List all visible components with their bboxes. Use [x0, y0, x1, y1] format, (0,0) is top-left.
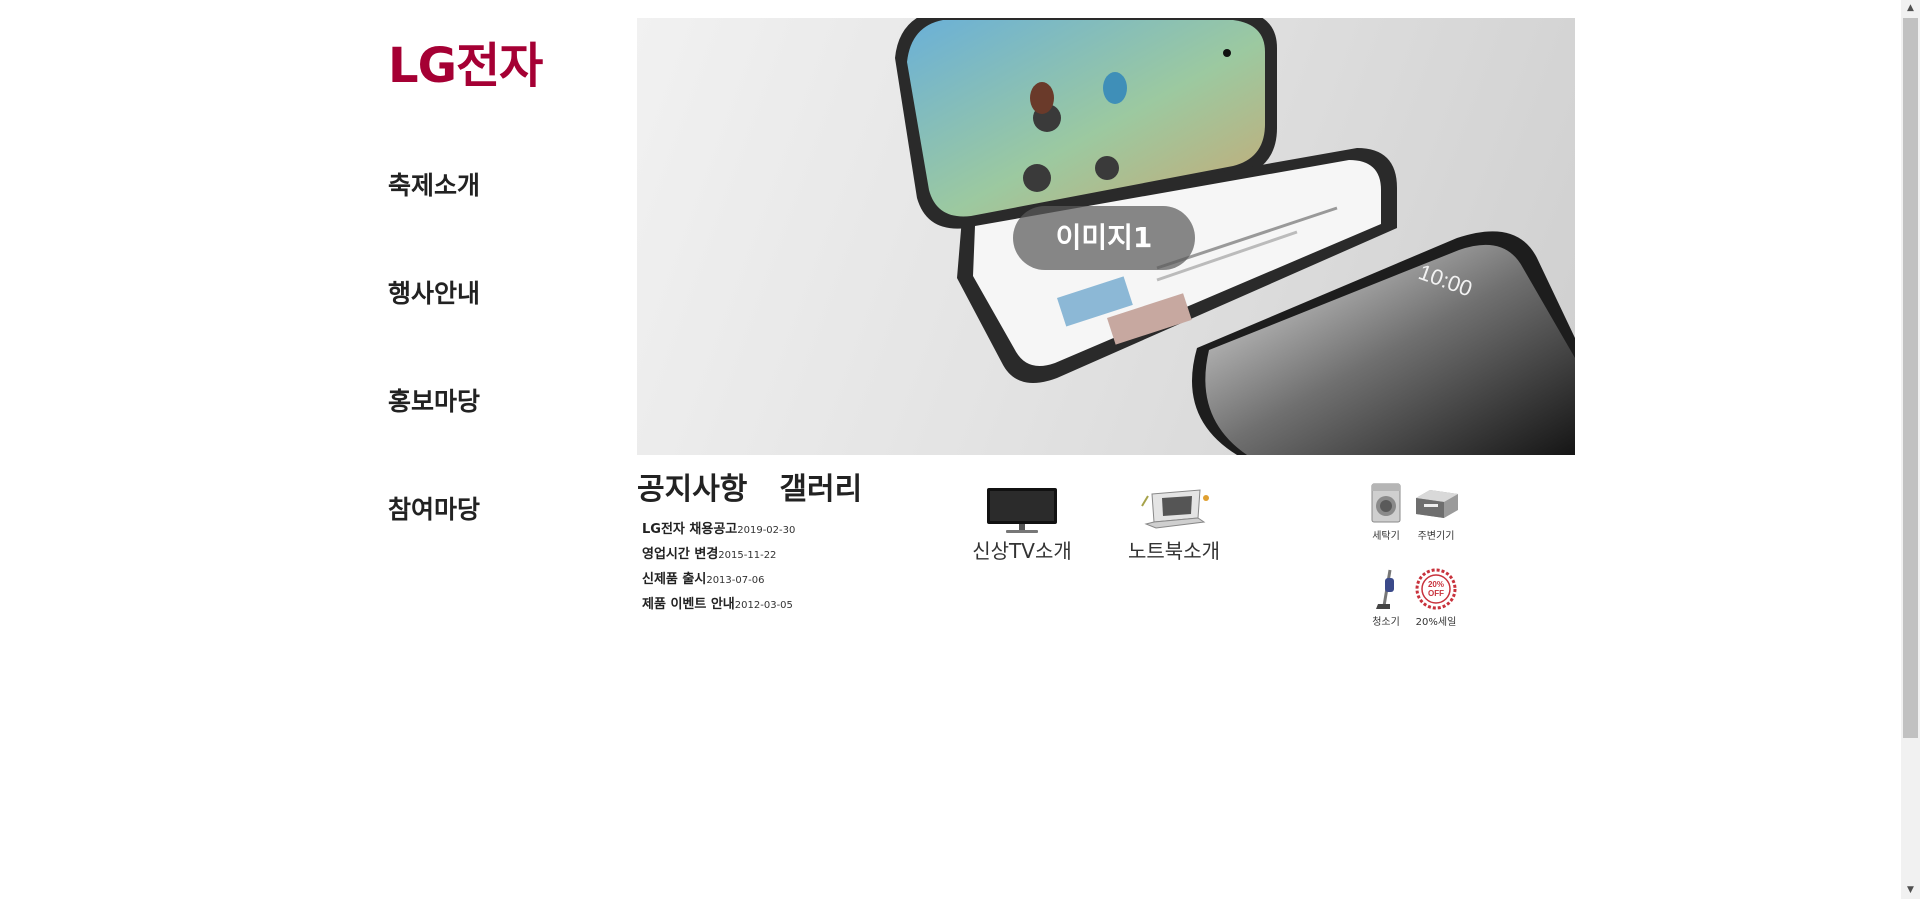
notice-title[interactable]: 신제품 출시 — [642, 572, 706, 587]
scroll-thumb[interactable] — [1903, 18, 1918, 738]
printer-icon — [1410, 482, 1462, 524]
tab-gallery[interactable]: 갤러리 — [779, 466, 862, 514]
vacuum-icon — [1360, 568, 1412, 610]
notice-title[interactable]: 제품 이벤트 안내 — [642, 597, 735, 612]
notice-date: 2013-07-06 — [706, 575, 765, 586]
nav-item-event-guide[interactable]: 행사안내 — [388, 268, 588, 376]
product-new-tv[interactable]: 신상TV소개 — [962, 484, 1082, 566]
nav-item-promotion[interactable]: 홍보마당 — [388, 376, 588, 484]
list-item[interactable]: 영업시간 변경2015-11-22 — [642, 543, 942, 568]
mini-label: 세탁기 — [1372, 531, 1400, 542]
list-item[interactable]: LG전자 채용공고2019-02-30 — [642, 518, 942, 543]
list-item[interactable]: 제품 이벤트 안내2012-03-05 — [642, 593, 942, 618]
main-nav: 축제소개 행사안내 홍보마당 참여마당 — [388, 160, 588, 592]
notice-date: 2019-02-30 — [737, 525, 796, 536]
notice-title[interactable]: 영업시간 변경 — [642, 547, 718, 562]
scroll-up-arrow-icon[interactable]: ▲ — [1901, 0, 1920, 17]
mini-label: 주변기기 — [1417, 531, 1455, 542]
washer-icon — [1360, 482, 1412, 524]
svg-text:20%: 20% — [1428, 580, 1444, 589]
list-item[interactable]: 신제품 출시2013-07-06 — [642, 568, 942, 593]
monitor-icon — [982, 484, 1062, 536]
tab-notice[interactable]: 공지사항 — [637, 466, 747, 514]
notice-title[interactable]: LG전자 채용공고 — [642, 522, 737, 537]
svg-text:OFF: OFF — [1428, 589, 1444, 598]
mini-item-vacuum[interactable]: 청소기 — [1358, 568, 1414, 630]
notice-date: 2012-03-05 — [734, 600, 793, 611]
mini-label: 청소기 — [1372, 617, 1400, 628]
mini-label: 20%세일 — [1415, 617, 1457, 628]
notice-date: 2015-11-22 — [718, 550, 777, 561]
nav-item-participation[interactable]: 참여마당 — [388, 484, 588, 592]
mini-item-sale[interactable]: 20% OFF 20%세일 — [1408, 568, 1464, 630]
scroll-down-arrow-icon[interactable]: ▼ — [1901, 882, 1920, 899]
hero-slide-label[interactable]: 이미지1 — [1013, 206, 1195, 270]
mini-item-peripheral[interactable]: 주변기기 — [1408, 482, 1464, 544]
vertical-scrollbar[interactable]: ▲ ▼ — [1901, 0, 1920, 899]
board-tabs: 공지사항 갤러리 — [637, 466, 894, 514]
laptop-icon — [1134, 484, 1214, 536]
notice-list: LG전자 채용공고2019-02-30 영업시간 변경2015-11-22 신제… — [642, 518, 942, 618]
mini-item-washer[interactable]: 세탁기 — [1358, 482, 1414, 544]
nav-item-festival-intro[interactable]: 축제소개 — [388, 160, 588, 268]
logo[interactable]: LG전자 — [388, 36, 543, 96]
sale-stamp-icon: 20% OFF — [1410, 568, 1462, 610]
product-caption: 신상TV소개 — [972, 539, 1072, 563]
product-caption: 노트북소개 — [1128, 539, 1220, 563]
hero-banner: 10:00 이미지1 — [637, 18, 1575, 455]
product-laptop[interactable]: 노트북소개 — [1114, 484, 1234, 566]
